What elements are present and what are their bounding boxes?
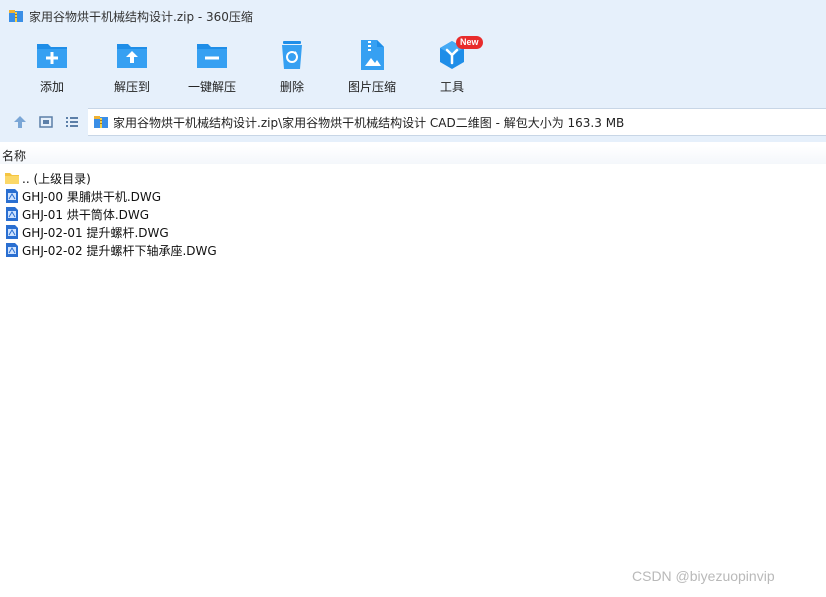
new-badge: New	[456, 36, 483, 49]
thumbnail-view-icon[interactable]	[38, 114, 54, 130]
window-title: 家用谷物烘干机械结构设计.zip - 360压缩	[29, 9, 253, 24]
add-button-label: 添加	[39, 80, 64, 94]
dwg-file-icon	[6, 225, 18, 239]
file-name: GHJ-01 烘干筒体.DWG	[22, 207, 150, 222]
list-item[interactable]: GHJ-01 烘干筒体.DWG	[0, 205, 826, 223]
toolbar: 添加 解压到 一键解压 删除 图片压缩 New 工具	[0, 32, 826, 102]
one-click-extract-label: 一键解压	[187, 80, 236, 94]
add-folder-icon	[37, 44, 67, 68]
extract-to-icon	[117, 44, 147, 68]
tools-button[interactable]: New 工具	[412, 36, 492, 98]
file-name: GHJ-00 果脯烘干机.DWG	[22, 189, 162, 204]
tools-label: 工具	[439, 80, 464, 94]
archive-icon	[94, 116, 108, 128]
recycle-bin-icon	[282, 41, 302, 69]
one-click-extract-icon	[197, 44, 227, 68]
image-compress-label: 图片压缩	[347, 80, 396, 94]
dwg-file-icon	[6, 207, 18, 221]
file-name: GHJ-02-01 提升螺杆.DWG	[22, 225, 169, 240]
address-bar: 家用谷物烘干机械结构设计.zip\家用谷物烘干机械结构设计 CAD二维图 - 解…	[0, 102, 826, 142]
extract-to-label: 解压到	[113, 80, 150, 94]
list-item[interactable]: GHJ-02-02 提升螺杆下轴承座.DWG	[0, 241, 826, 259]
file-list: .. (上级目录) GHJ-00 果脯烘干机.DWG GHJ-01 烘干筒体.D…	[0, 169, 826, 259]
image-compress-icon	[361, 40, 384, 70]
image-compress-button[interactable]: 图片压缩	[332, 38, 412, 98]
watermark: CSDN @biyezuopinvip	[632, 568, 775, 584]
title-bar: 家用谷物烘干机械结构设计.zip - 360压缩	[0, 0, 826, 32]
list-item[interactable]: GHJ-00 果脯烘干机.DWG	[0, 187, 826, 205]
dwg-file-icon	[6, 243, 18, 257]
delete-button[interactable]: 删除	[252, 38, 332, 98]
address-path: 家用谷物烘干机械结构设计.zip\家用谷物烘干机械结构设计 CAD二维图 - 解…	[113, 115, 625, 130]
one-click-extract-button[interactable]: 一键解压	[172, 38, 252, 98]
list-item[interactable]: .. (上级目录)	[0, 169, 826, 187]
address-field[interactable]: 家用谷物烘干机械结构设计.zip\家用谷物烘干机械结构设计 CAD二维图 - 解…	[88, 108, 826, 136]
dwg-file-icon	[6, 189, 18, 203]
list-view-icon[interactable]	[64, 114, 80, 130]
file-name: .. (上级目录)	[22, 171, 91, 186]
up-arrow-icon[interactable]	[12, 114, 28, 130]
folder-icon	[5, 173, 19, 184]
file-name: GHJ-02-02 提升螺杆下轴承座.DWG	[22, 243, 217, 258]
archive-icon	[9, 10, 23, 22]
delete-label: 删除	[279, 80, 304, 94]
add-button[interactable]: 添加	[12, 38, 92, 98]
list-item[interactable]: GHJ-02-01 提升螺杆.DWG	[0, 223, 826, 241]
column-name-label: 名称	[2, 148, 27, 163]
extract-to-button[interactable]: 解压到	[92, 38, 172, 98]
column-header-name[interactable]: 名称	[0, 146, 826, 164]
